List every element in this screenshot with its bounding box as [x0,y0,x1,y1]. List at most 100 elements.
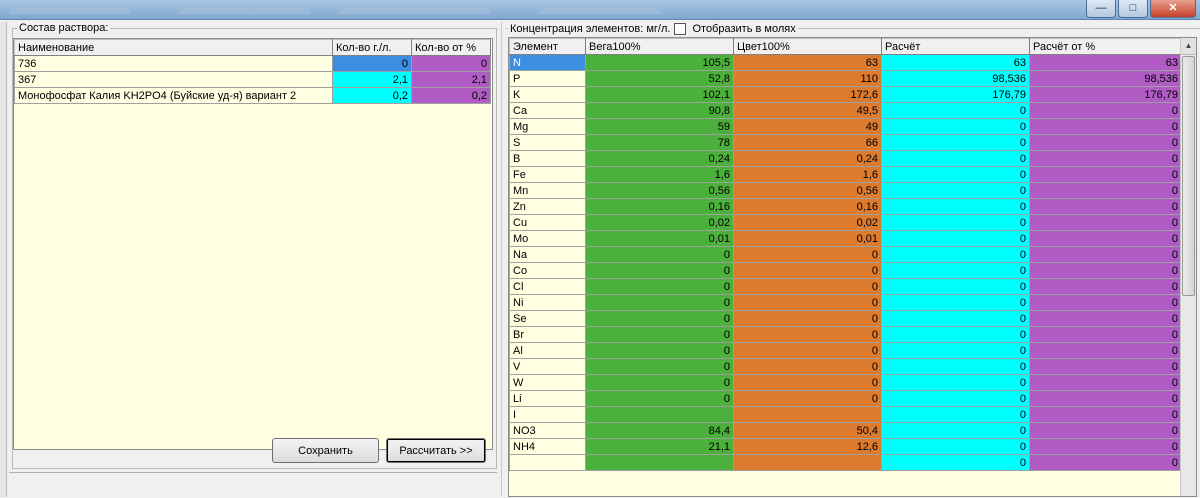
element-cell[interactable]: V [509,358,586,375]
table-row[interactable]: I 00 [509,406,1182,423]
cvet-cell[interactable]: 0 [733,310,882,327]
element-cell[interactable]: Se [509,310,586,327]
concentration-grid[interactable]: Элемент Вега100% Цвет100% Расчёт Расчёт … [508,37,1197,497]
table-row[interactable]: NH4 21,1 12,6 0 0 [509,438,1182,455]
element-cell[interactable]: W [509,374,586,391]
vega-cell[interactable] [585,406,734,423]
calc-pct-cell[interactable]: 0 [1029,358,1182,375]
save-button[interactable]: Сохранить [272,438,379,463]
calc-pct-cell[interactable]: 0 [1029,278,1182,295]
calc-cell[interactable]: 0 [881,214,1030,231]
calc-pct-cell[interactable]: 0 [1029,406,1182,423]
calc-cell[interactable]: 0 [881,342,1030,359]
vega-cell[interactable]: 0 [585,262,734,279]
vega-cell[interactable]: 52,8 [585,70,734,87]
calc-cell[interactable]: 176,79 [881,86,1030,103]
component-name-cell[interactable]: Монофосфат Калия KH2PO4 (Буйские уд-я) в… [14,87,333,104]
table-row[interactable]: 367 2,1 2,1 [14,71,491,88]
cvet-cell[interactable]: 0 [733,246,882,263]
vega-cell[interactable]: 102,1 [585,86,734,103]
calc-pct-cell[interactable]: 0 [1029,150,1182,167]
table-row[interactable]: NO3 84,4 50,4 0 0 [509,422,1182,439]
column-header-element[interactable]: Элемент [509,38,586,55]
vertical-scrollbar[interactable]: ▲ [1180,38,1196,496]
vega-cell[interactable]: 0 [585,358,734,375]
vega-cell[interactable]: 0,16 [585,198,734,215]
cvet-cell[interactable]: 172,6 [733,86,882,103]
vega-cell[interactable]: 0 [585,278,734,295]
element-cell[interactable]: Co [509,262,586,279]
element-cell[interactable]: Fe [509,166,586,183]
vega-cell[interactable]: 78 [585,134,734,151]
vega-cell[interactable]: 105,5 [585,54,734,71]
calc-cell[interactable]: 0 [881,326,1030,343]
column-header-vega[interactable]: Вега100% [585,38,734,55]
calc-pct-cell[interactable]: 0 [1029,326,1182,343]
scrollbar-thumb[interactable] [1182,56,1195,296]
calc-cell[interactable]: 63 [881,54,1030,71]
vega-cell[interactable]: 0 [585,246,734,263]
element-cell[interactable]: Mg [509,118,586,135]
calc-pct-cell[interactable]: 0 [1029,294,1182,311]
vega-cell[interactable]: 0,02 [585,214,734,231]
vega-cell[interactable]: 0 [585,310,734,327]
element-cell[interactable]: I [509,406,586,423]
element-cell[interactable]: Cl [509,278,586,295]
calc-cell[interactable]: 0 [881,230,1030,247]
cvet-cell[interactable]: 0 [733,294,882,311]
calc-pct-cell[interactable]: 0 [1029,374,1182,391]
cvet-cell[interactable]: 0,16 [733,198,882,215]
calc-pct-cell[interactable]: 0 [1029,438,1182,455]
table-row[interactable]: Mg 59 49 0 0 [509,118,1182,135]
vega-cell[interactable]: 0 [585,342,734,359]
table-row[interactable]: Ni 0 0 0 0 [509,294,1182,311]
calc-cell[interactable]: 0 [881,246,1030,263]
calc-cell[interactable]: 0 [881,262,1030,279]
element-cell[interactable]: Br [509,326,586,343]
calc-pct-cell[interactable]: 63 [1029,54,1182,71]
table-row[interactable]: Br 0 0 0 0 [509,326,1182,343]
table-row[interactable]: Монофосфат Калия KH2PO4 (Буйские уд-я) в… [14,87,491,104]
calc-cell[interactable]: 0 [881,198,1030,215]
component-pct-cell[interactable]: 2,1 [411,71,491,88]
show-in-moles-label[interactable]: Отобразить в молях [692,23,795,36]
calc-pct-cell[interactable]: 0 [1029,182,1182,199]
cvet-cell[interactable]: 0 [733,262,882,279]
component-qty-cell[interactable]: 2,1 [332,71,412,88]
element-cell[interactable]: Zn [509,198,586,215]
component-qty-cell[interactable]: 0,2 [332,87,412,104]
table-row[interactable]: Cl 0 0 0 0 [509,278,1182,295]
table-row[interactable]: Mn 0,56 0,56 0 0 [509,182,1182,199]
calc-cell[interactable]: 0 [881,150,1030,167]
element-cell[interactable]: NO3 [509,422,586,439]
element-cell[interactable] [509,454,586,471]
cvet-cell[interactable]: 0,56 [733,182,882,199]
component-qty-cell[interactable]: 0 [332,55,412,72]
table-row[interactable]: Co 0 0 0 0 [509,262,1182,279]
table-row[interactable]: Na 0 0 0 0 [509,246,1182,263]
maximize-icon[interactable]: □ [1118,0,1148,18]
calc-cell[interactable]: 0 [881,278,1030,295]
minimize-icon[interactable]: — [1086,0,1116,18]
calc-cell[interactable]: 0 [881,438,1030,455]
calc-pct-cell[interactable]: 0 [1029,310,1182,327]
calc-pct-cell[interactable]: 0 [1029,134,1182,151]
vega-cell[interactable]: 0,56 [585,182,734,199]
element-cell[interactable]: Na [509,246,586,263]
calc-pct-cell[interactable]: 0 [1029,118,1182,135]
vega-cell[interactable]: 59 [585,118,734,135]
calc-cell[interactable]: 0 [881,374,1030,391]
vega-cell[interactable]: 0 [585,294,734,311]
column-header-cvet[interactable]: Цвет100% [733,38,882,55]
calc-pct-cell[interactable]: 0 [1029,230,1182,247]
column-header-pct[interactable]: Кол-во от % [411,39,491,56]
cvet-cell[interactable]: 110 [733,70,882,87]
calc-cell[interactable]: 0 [881,310,1030,327]
calc-pct-cell[interactable]: 0 [1029,454,1182,471]
cvet-cell[interactable]: 63 [733,54,882,71]
calculate-button[interactable]: Рассчитать >> [386,438,486,463]
table-row[interactable]: B 0,24 0,24 0 0 [509,150,1182,167]
cvet-cell[interactable]: 0 [733,358,882,375]
element-cell[interactable]: B [509,150,586,167]
column-header-name[interactable]: Наименование [14,39,333,56]
